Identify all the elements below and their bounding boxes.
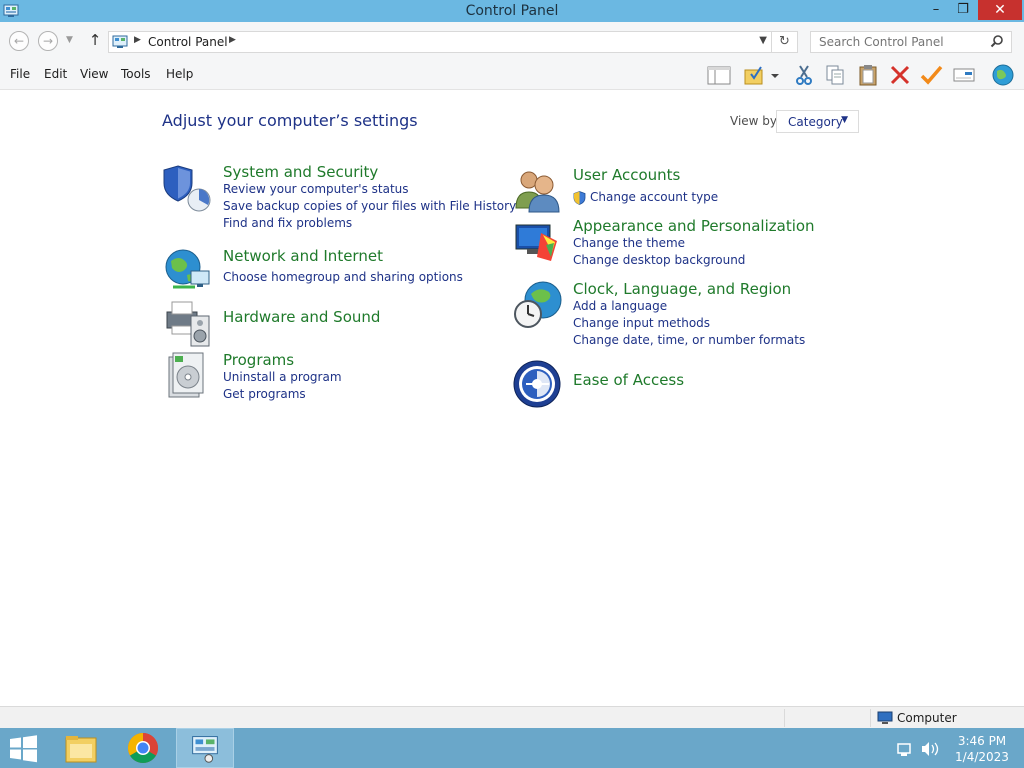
link-desktop-background[interactable]: Change desktop background	[573, 252, 873, 269]
link-review-status[interactable]: Review your computer's status	[223, 181, 523, 198]
clock-globe-icon[interactable]	[513, 280, 563, 330]
recent-locations-button[interactable]: ▼	[66, 35, 73, 45]
copy-icon[interactable]	[822, 63, 848, 87]
category-title[interactable]: System and Security	[223, 163, 523, 181]
link-find-fix-problems[interactable]: Find and fix problems	[223, 215, 523, 232]
computer-icon	[877, 711, 893, 724]
address-bar[interactable]: ▶ Control Panel ▶ ▼	[108, 31, 772, 53]
network-globe-icon[interactable]	[163, 247, 213, 297]
page-title: Adjust your computer’s settings	[162, 111, 418, 130]
menu-file[interactable]: File	[10, 67, 30, 81]
window-title: Control Panel	[465, 3, 559, 19]
forward-button[interactable]: →	[38, 31, 58, 51]
close-button[interactable]: ✕	[978, 0, 1022, 20]
address-dropdown-icon[interactable]: ▼	[759, 35, 767, 46]
breadcrumb-separator-icon[interactable]: ▶	[229, 35, 236, 45]
arrow-left-icon: ←	[13, 34, 25, 48]
globe-icon[interactable]	[990, 63, 1016, 87]
cut-icon[interactable]	[791, 63, 817, 87]
minimize-button[interactable]: –	[922, 0, 950, 20]
category-title[interactable]: Clock, Language, and Region	[573, 280, 873, 298]
link-label: Change account type	[590, 190, 719, 204]
menu-bar: File Edit View Tools Help	[0, 61, 1024, 90]
link-change-account-type[interactable]: Change account type	[573, 189, 873, 206]
paste-icon[interactable]	[855, 63, 881, 87]
uac-shield-icon	[573, 191, 586, 205]
link-homegroup-sharing[interactable]: Choose homegroup and sharing options	[223, 269, 523, 286]
chevron-down-icon: ▼	[841, 115, 848, 125]
up-button[interactable]: ↑	[87, 31, 103, 51]
link-uninstall-program[interactable]: Uninstall a program	[223, 369, 523, 386]
clock-date: 1/4/2023	[955, 750, 1009, 764]
folder-checkmark-icon[interactable]	[742, 63, 768, 87]
refresh-button[interactable]: ↻	[772, 31, 798, 53]
programs-disc-box-icon[interactable]	[163, 351, 213, 401]
category-title[interactable]: Ease of Access	[573, 371, 873, 389]
category-title[interactable]: User Accounts	[573, 166, 873, 184]
printer-speaker-icon[interactable]	[163, 298, 213, 348]
view-by-value: Category	[788, 115, 843, 129]
menu-edit[interactable]: Edit	[44, 67, 67, 81]
link-file-history[interactable]: Save backup copies of your files with Fi…	[223, 198, 523, 215]
category-title[interactable]: Programs	[223, 351, 523, 369]
taskbar-file-explorer[interactable]	[58, 728, 104, 768]
file-explorer-icon	[65, 736, 97, 763]
menu-tools[interactable]: Tools	[121, 67, 151, 81]
maximize-button[interactable]: ❐	[950, 0, 976, 20]
windows-logo-icon	[10, 735, 37, 763]
arrow-up-icon: ↑	[88, 31, 102, 49]
view-by-dropdown[interactable]: Category ▼	[776, 110, 859, 133]
clock[interactable]: 3:46 PM 1/4/2023	[952, 733, 1012, 765]
link-change-theme[interactable]: Change the theme	[573, 235, 873, 252]
network-icon[interactable]	[897, 743, 911, 756]
title-bar: Control Panel – ❐ ✕	[0, 0, 1024, 22]
zone-label: Computer	[897, 711, 957, 725]
menu-help[interactable]: Help	[166, 67, 193, 81]
users-icon[interactable]	[513, 166, 563, 216]
back-button[interactable]: ←	[9, 31, 29, 51]
status-divider	[870, 709, 871, 727]
status-divider	[784, 709, 785, 727]
category-title[interactable]: Appearance and Personalization	[573, 217, 873, 235]
link-input-methods[interactable]: Change input methods	[573, 315, 873, 332]
control-panel-icon	[112, 35, 128, 48]
start-button[interactable]	[0, 728, 46, 768]
breadcrumb-control-panel[interactable]: Control Panel	[148, 35, 228, 49]
volume-icon[interactable]	[922, 742, 939, 756]
refresh-icon: ↻	[779, 34, 790, 49]
menu-view[interactable]: View	[80, 67, 108, 81]
address-bar-row: ← → ▼ ↑ ▶ Control Panel ▶ ▼ ↻	[0, 22, 1024, 61]
view-by-label: View by:	[730, 114, 781, 128]
taskbar-control-panel[interactable]	[176, 728, 234, 768]
category-title[interactable]: Network and Internet	[223, 247, 523, 265]
breadcrumb-separator-icon[interactable]: ▶	[134, 35, 141, 45]
check-icon[interactable]	[918, 63, 944, 87]
ease-of-access-icon[interactable]	[513, 359, 563, 409]
taskbar-google-chrome[interactable]	[120, 728, 166, 768]
search-input[interactable]	[810, 31, 1012, 53]
chevron-down-icon: ▼	[66, 35, 73, 45]
system-tray	[897, 742, 939, 756]
delete-icon[interactable]	[887, 63, 913, 87]
search-icon[interactable]	[990, 34, 1004, 48]
clock-time: 3:46 PM	[957, 734, 1007, 748]
category-title[interactable]: Hardware and Sound	[223, 308, 523, 326]
properties-icon[interactable]	[951, 63, 977, 87]
control-panel-icon	[192, 736, 218, 763]
arrow-right-icon: →	[42, 34, 54, 48]
security-shield-icon[interactable]	[163, 163, 213, 213]
chevron-down-icon[interactable]	[768, 63, 782, 87]
link-date-time-formats[interactable]: Change date, time, or number formats	[573, 332, 873, 349]
display-colors-icon[interactable]	[513, 217, 563, 267]
layout-pane-icon[interactable]	[706, 63, 732, 87]
taskbar: 3:46 PM 1/4/2023	[0, 728, 1024, 768]
chrome-icon	[127, 733, 159, 764]
link-add-language[interactable]: Add a language	[573, 298, 873, 315]
link-get-programs[interactable]: Get programs	[223, 386, 523, 403]
status-bar: Computer	[0, 706, 1024, 728]
